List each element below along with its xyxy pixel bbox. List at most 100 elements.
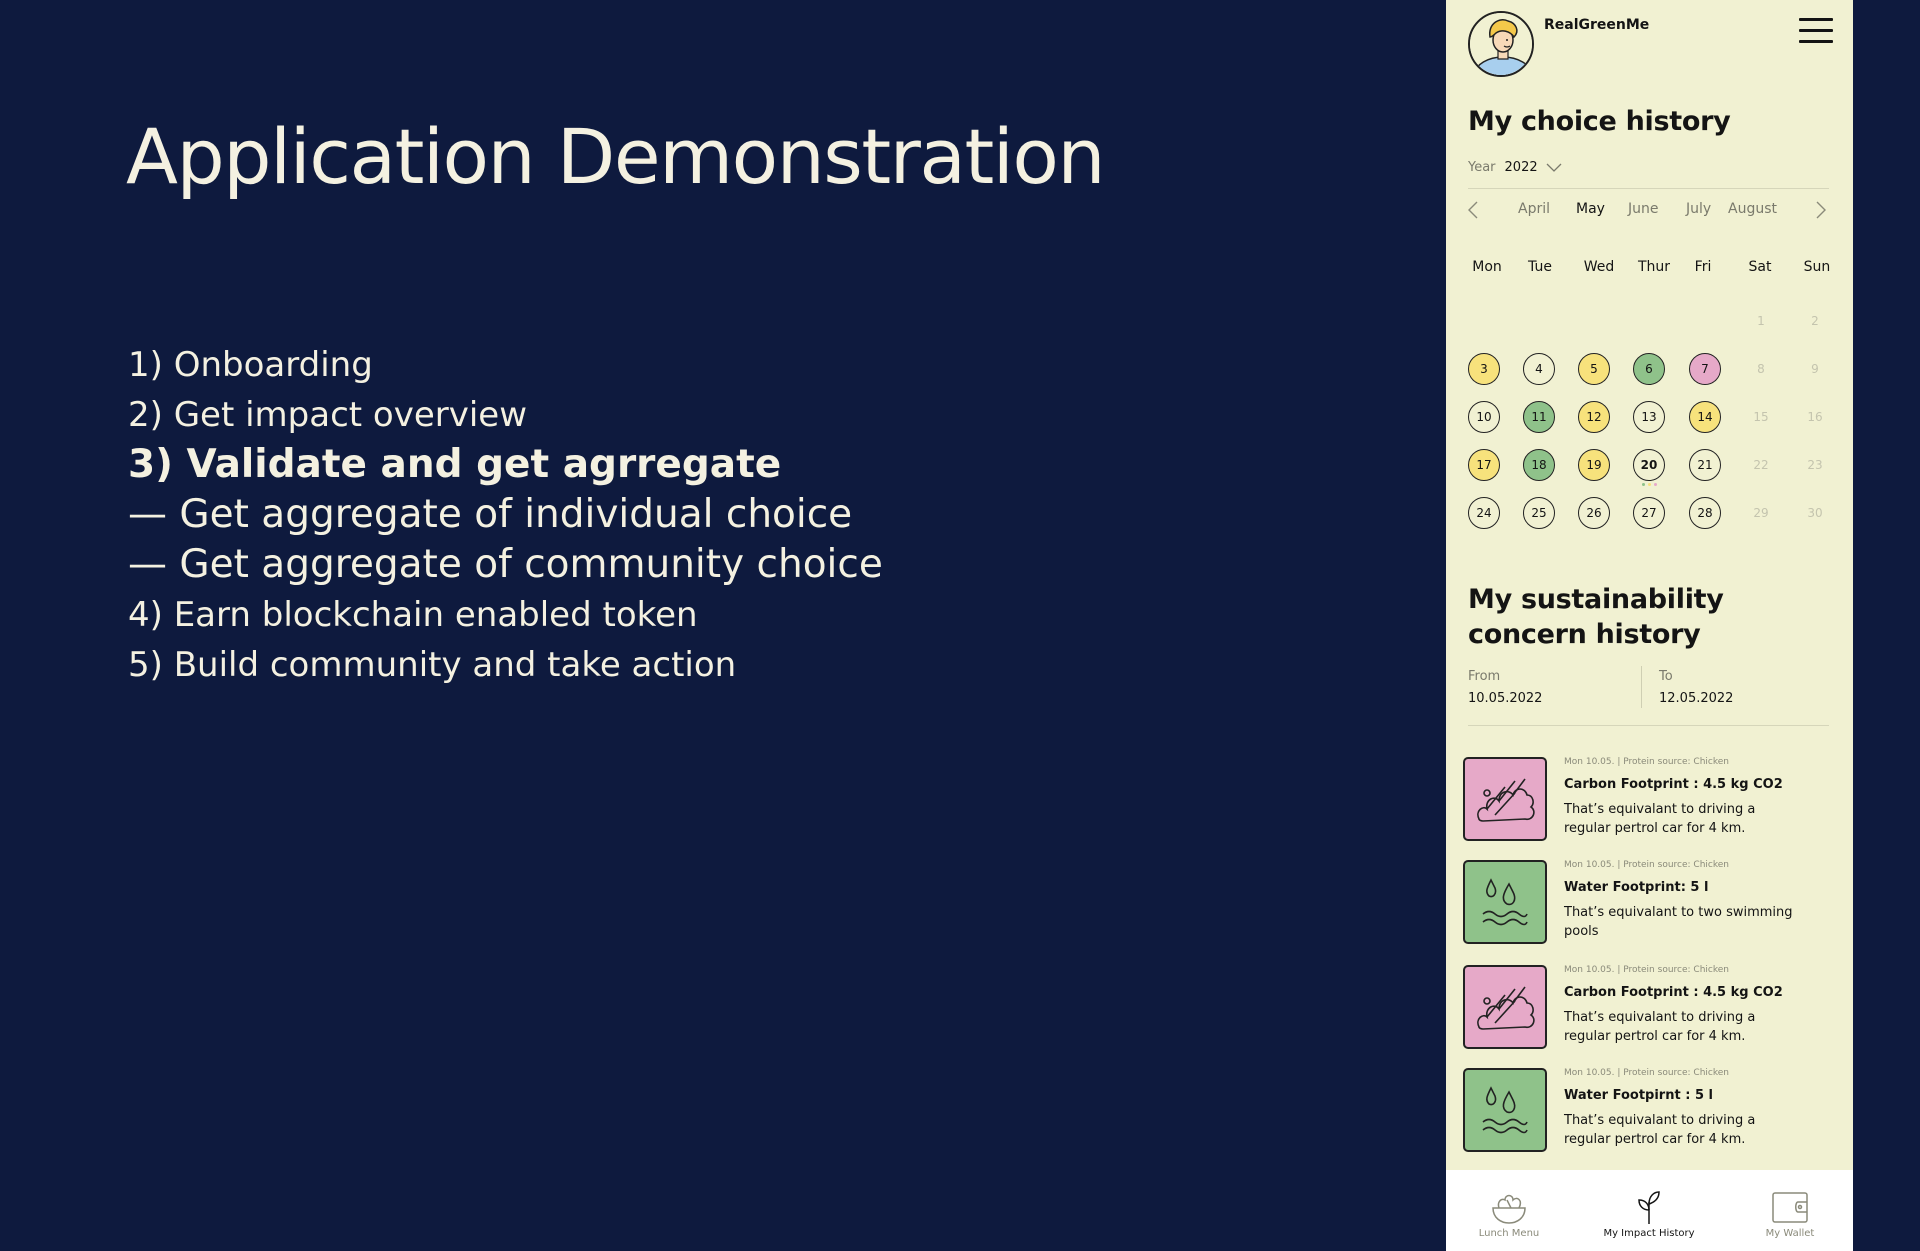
month-june[interactable]: June [1628,201,1659,217]
nav-label: Lunch Menu [1478,1228,1540,1239]
impact-card[interactable]: Mon 10.05. | Protein source: Chicken Car… [1463,757,1838,847]
calendar-day[interactable]: 26 [1578,497,1610,529]
month-july[interactable]: July [1686,201,1711,217]
choice-history-title: My choice history [1468,106,1731,137]
year-label: Year [1468,160,1496,175]
calendar-day[interactable]: 12 [1578,401,1610,433]
username: RealGreenMe [1544,17,1650,33]
menu-bar [1799,29,1833,32]
card-description: That’s equivalant to driving a regular p… [1564,802,1756,836]
app-screen: RealGreenMe My choice history Year 2022 … [1446,0,1853,1251]
month-selector: April May June July August [1466,198,1836,222]
concern-title-line: My sustainability [1468,584,1724,615]
calendar-day[interactable]: 25 [1523,497,1555,529]
calendar-day: 1 [1757,314,1765,328]
weekday-label: Fri [1694,259,1712,275]
calendar-day[interactable]: 6 [1633,353,1665,385]
slide-title: Application Demonstration [126,112,1106,201]
card-meta: Mon 10.05. | Protein source: Chicken [1564,1068,1729,1078]
card-meta: Mon 10.05. | Protein source: Chicken [1564,757,1729,767]
card-title: Water Footprint: 5 l [1564,880,1709,895]
calendar-day[interactable]: 14 [1689,401,1721,433]
nav-wallet[interactable]: My Wallet [1735,1188,1845,1239]
water-drop-icon [1463,1068,1547,1152]
avatar[interactable] [1468,11,1534,77]
wallet-icon [1772,1192,1808,1223]
calendar-day[interactable]: 27 [1633,497,1665,529]
month-august[interactable]: August [1728,201,1777,217]
hamburger-menu-button[interactable] [1799,18,1833,44]
weekday-label: Tue [1528,259,1552,275]
menu-bar [1799,40,1833,43]
impact-card[interactable]: Mon 10.05. | Protein source: Chicken Car… [1463,965,1838,1055]
calendar-day[interactable]: 19 [1578,449,1610,481]
water-drop-icon [1463,860,1547,944]
menu-bar [1799,18,1833,21]
calendar-day: 2 [1811,314,1819,328]
calendar-day[interactable]: 28 [1689,497,1721,529]
concern-title-line: concern history [1468,619,1701,650]
card-title: Water Footpirnt : 5 l [1564,1088,1713,1103]
divider [1468,188,1829,189]
agenda-subitem: — Get aggregate of community choice [128,542,883,587]
month-april[interactable]: April [1518,201,1550,217]
agenda-item: 1) Onboarding [128,345,373,385]
calendar-day: 22 [1753,458,1769,472]
weekday-label: Sat [1748,259,1772,275]
chevron-right-icon[interactable] [1814,200,1828,220]
agenda-item-current: 3) Validate and get agrregate [128,442,782,487]
concern-history-title: My sustainability concern history [1468,582,1724,652]
calendar-day: 8 [1757,362,1765,376]
calendar-day[interactable]: 20 [1633,449,1665,481]
from-date-field[interactable]: 10.05.2022 [1468,691,1542,706]
year-selector[interactable]: Year 2022 [1468,160,1562,175]
calendar-day[interactable]: 10 [1468,401,1500,433]
card-meta: Mon 10.05. | Protein source: Chicken [1564,860,1729,870]
month-may[interactable]: May [1576,201,1605,217]
calendar-day: 30 [1807,506,1823,520]
from-label: From [1468,669,1501,684]
calendar-day[interactable]: 18 [1523,449,1555,481]
calendar-day: 23 [1807,458,1823,472]
calendar-day[interactable]: 7 [1689,353,1721,385]
nav-impact-history[interactable]: My Impact History [1594,1188,1704,1239]
bottom-nav: Lunch Menu My Impact History My Wallet [1446,1170,1853,1251]
calendar-day[interactable]: 13 [1633,401,1665,433]
to-label: To [1659,669,1673,684]
year-value: 2022 [1504,160,1538,175]
to-date-field[interactable]: 12.05.2022 [1659,691,1733,706]
calendar-day[interactable]: 11 [1523,401,1555,433]
card-meta: Mon 10.05. | Protein source: Chicken [1564,965,1729,975]
agenda-list: 1) Onboarding 2) Get impact overview 3) … [128,340,883,690]
impact-card[interactable]: Mon 10.05. | Protein source: Chicken Wat… [1463,1068,1838,1158]
card-title: Carbon Footprint : 4.5 kg CO2 [1564,985,1783,1000]
calendar-day[interactable]: 17 [1468,449,1500,481]
carbon-cloud-icon [1463,757,1547,841]
calendar-day[interactable]: 5 [1578,353,1610,385]
sprout-icon [1638,1191,1660,1224]
calendar-day[interactable]: 3 [1468,353,1500,385]
agenda-subitem: — Get aggregate of individual choice [128,492,853,537]
card-title: Carbon Footprint : 4.5 kg CO2 [1564,777,1783,792]
salad-bowl-icon [1492,1194,1526,1224]
weekday-label: Mon [1472,259,1502,275]
weekday-label: Wed [1583,259,1615,275]
card-description: That’s equivalant to driving a regular p… [1564,1113,1756,1147]
chevron-left-icon[interactable] [1466,200,1480,220]
nav-lunch-menu[interactable]: Lunch Menu [1454,1188,1564,1239]
impact-card[interactable]: Mon 10.05. | Protein source: Chicken Wat… [1463,860,1838,950]
chevron-down-icon [1546,163,1562,172]
calendar-day[interactable]: 24 [1468,497,1500,529]
calendar-day: 16 [1807,410,1823,424]
weekday-label: Sun [1803,259,1831,275]
agenda-item: 4) Earn blockchain enabled token [128,595,698,635]
agenda-item: 5) Build community and take action [128,645,737,685]
agenda-item: 2) Get impact overview [128,395,528,435]
calendar-day[interactable]: 4 [1523,353,1555,385]
calendar-day: 29 [1753,506,1769,520]
carbon-cloud-icon [1463,965,1547,1049]
divider [1468,725,1829,726]
calendar-day[interactable]: 21 [1689,449,1721,481]
divider [1641,666,1642,708]
weekday-label: Thur [1637,259,1671,275]
